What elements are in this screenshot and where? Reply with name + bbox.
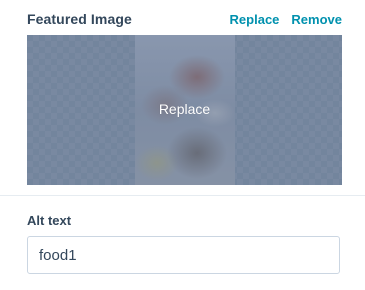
replace-link[interactable]: Replace [230, 12, 280, 27]
image-actions: Replace Remove [230, 12, 342, 27]
alt-text-input[interactable] [27, 236, 340, 274]
featured-image-panel: Featured Image Replace Remove Replace Al… [0, 0, 365, 290]
remove-link[interactable]: Remove [291, 12, 342, 27]
featured-image-preview[interactable]: Replace [27, 35, 342, 185]
featured-image-title: Featured Image [27, 11, 132, 27]
section-divider [0, 195, 365, 196]
replace-overlay-label[interactable]: Replace [27, 101, 342, 117]
alt-text-label: Alt text [27, 213, 72, 228]
